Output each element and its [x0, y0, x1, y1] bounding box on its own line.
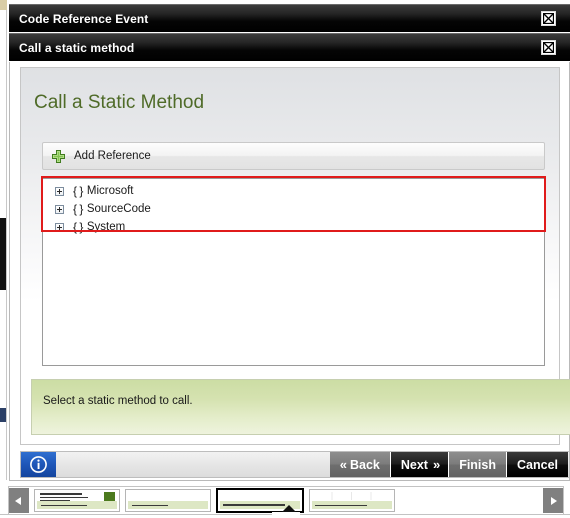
thumb-grid [313, 492, 391, 500]
inner-dialog-close-button[interactable] [541, 40, 556, 55]
back-button-label: Back [349, 457, 380, 472]
chevron-left-icon: « [339, 457, 347, 472]
outer-window-title: Code Reference Event [19, 11, 149, 26]
page-title: Call a Static Method [34, 92, 205, 113]
outer-window-close-button[interactable] [541, 11, 556, 26]
host-gutter-accent-dark [0, 218, 6, 290]
slide-thumbnail-1[interactable] [34, 489, 120, 512]
close-icon [543, 42, 554, 53]
expand-plus-icon[interactable] [55, 222, 64, 232]
host-gutter-accent-top [0, 0, 7, 10]
wizard-navigation-buttons: « Back Next » Finish Cancel [329, 452, 568, 477]
cancel-button[interactable]: Cancel [507, 452, 568, 477]
thumb-line [223, 504, 285, 506]
filmstrip-position-caret-icon [282, 505, 296, 512]
back-button[interactable]: « Back [329, 452, 391, 477]
info-button[interactable] [21, 452, 56, 477]
tree-node-label: Microsoft [86, 185, 134, 197]
dialog-body: Call a Static Method Add Reference {} M… [9, 62, 570, 481]
filmstrip-prev-button[interactable] [9, 488, 29, 513]
application-window: Code Reference Event Call a static metho… [0, 0, 570, 518]
next-button-label: Next [400, 457, 428, 472]
status-message: Select a static method to call. [43, 395, 193, 407]
thumb-badge-icon [104, 492, 115, 501]
close-icon [543, 13, 554, 24]
thumb-line [40, 493, 82, 495]
finish-button[interactable]: Finish [449, 452, 507, 477]
tree-node-label: SourceCode [86, 203, 151, 215]
slide-thumbnail-4[interactable] [309, 489, 395, 512]
finish-button-label: Finish [459, 457, 496, 472]
plus-icon [51, 149, 66, 164]
tree-node-sourcecode[interactable]: { } SourceCode [43, 200, 544, 218]
tree-node-system[interactable]: { } System [43, 218, 544, 236]
namespace-icon: { } [73, 202, 83, 216]
thumb-line [41, 505, 87, 506]
host-gutter-accent-blue [0, 408, 6, 422]
status-panel: Select a static method to call. [31, 379, 570, 435]
thumb-line [315, 505, 367, 506]
filmstrip-caret-gap [272, 512, 300, 518]
slide-thumbnail-2[interactable] [125, 489, 211, 512]
namespace-icon: { } [73, 220, 83, 234]
dialog-button-bar: « Back Next » Finish Cancel [20, 451, 570, 478]
add-reference-button[interactable]: Add Reference [43, 143, 159, 169]
tree-node-microsoft[interactable]: { } Microsoft [43, 182, 544, 200]
cancel-button-label: Cancel [517, 457, 558, 472]
thumb-line [40, 497, 88, 498]
thumb-line [132, 505, 168, 506]
expand-plus-icon[interactable] [55, 186, 64, 196]
inner-dialog-title: Call a static method [19, 40, 135, 55]
inner-dialog-titlebar: Call a static method [9, 33, 570, 61]
filmstrip-next-button[interactable] [543, 488, 563, 513]
namespace-tree[interactable]: { } Microsoft { } SourceCode { } System [42, 178, 545, 366]
reference-toolbar[interactable]: Add Reference [42, 142, 545, 170]
info-icon [30, 456, 47, 473]
chevron-right-icon: » [432, 457, 440, 472]
outer-window-titlebar: Code Reference Event [9, 4, 570, 32]
wizard-content-panel: Call a Static Method Add Reference {} M… [20, 67, 570, 445]
next-button[interactable]: Next » [390, 452, 450, 477]
tree-node-label: System [86, 221, 126, 233]
expand-plus-icon[interactable] [55, 204, 64, 214]
add-reference-label: Add Reference [74, 150, 151, 162]
namespace-icon: { } [73, 184, 83, 198]
